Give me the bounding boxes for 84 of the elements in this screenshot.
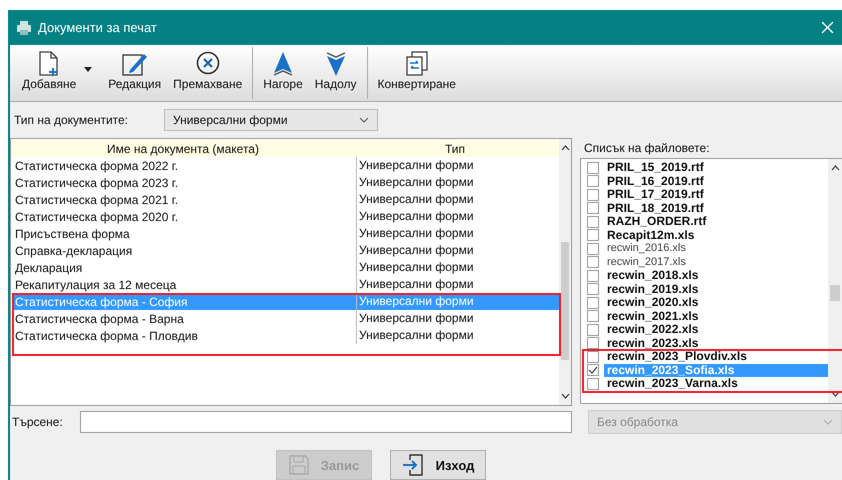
toolbar-button[interactable]: Премахване bbox=[167, 45, 248, 101]
checkbox[interactable] bbox=[587, 256, 599, 268]
file-name[interactable]: PRIL_15_2019.rtf bbox=[604, 161, 707, 174]
document-type: Универсални форми bbox=[356, 327, 559, 344]
document-name: Рекапитулация за 12 месеца bbox=[14, 278, 178, 292]
printer-icon bbox=[16, 20, 32, 36]
checkbox[interactable] bbox=[587, 350, 599, 363]
toolbar-button[interactable]: Конвертиране bbox=[372, 45, 462, 101]
file-name[interactable]: recwin_2022.xls bbox=[604, 323, 702, 336]
document-type: Универсални форми bbox=[356, 310, 559, 327]
document-name: Декларация bbox=[14, 260, 84, 274]
checkbox[interactable] bbox=[587, 296, 599, 309]
checkbox[interactable] bbox=[587, 229, 599, 242]
file-name[interactable]: recwin_2018.xls bbox=[604, 269, 702, 282]
checkbox[interactable] bbox=[587, 378, 599, 390]
scrollbar[interactable] bbox=[828, 159, 842, 403]
document-name: Статистическа форма 2022 г. bbox=[14, 158, 180, 172]
checkbox[interactable] bbox=[587, 364, 599, 376]
document-name: Статистическа форма - Варна bbox=[14, 312, 185, 326]
convert-icon bbox=[404, 51, 429, 77]
document-name: Статистическа форма 2021 г. bbox=[14, 192, 180, 206]
checkbox[interactable] bbox=[587, 283, 599, 296]
column-header[interactable]: Име на документа (макета) bbox=[11, 142, 355, 156]
file-name[interactable]: recwin_2021.xls bbox=[604, 310, 702, 323]
document-name: Статистическа форма 2020 г. bbox=[14, 210, 180, 224]
document-type-label: Тип на документите: bbox=[14, 113, 130, 127]
checkbox[interactable] bbox=[587, 324, 599, 336]
checkbox[interactable] bbox=[587, 162, 599, 174]
scroll-thumb[interactable] bbox=[830, 285, 840, 301]
document-name: Статистическа форма 2023 г. bbox=[14, 176, 180, 190]
remove-icon bbox=[196, 51, 220, 75]
caret-icon[interactable] bbox=[84, 66, 92, 72]
file-name[interactable]: recwin_2023_Varna.xls bbox=[604, 377, 741, 390]
file-name[interactable]: recwin_2023_Plovdiv.xls bbox=[604, 350, 750, 364]
up-arrow-icon bbox=[273, 51, 293, 77]
file-name[interactable]: PRIL_16_2019.rtf bbox=[604, 174, 707, 188]
checkbox[interactable] bbox=[587, 175, 599, 188]
file-name[interactable]: recwin_2019.xls bbox=[604, 282, 702, 296]
table-row[interactable]: Статистическа форма - Пловдив Универсални форми bbox=[12, 327, 559, 344]
chevron-down-icon bbox=[359, 117, 369, 123]
document-name: Статистическа форма - Пловдив bbox=[14, 328, 199, 342]
toolbar-button[interactable]: Надолу bbox=[308, 45, 363, 101]
file-name[interactable]: recwin_2020.xls bbox=[604, 296, 702, 310]
toolbar-button[interactable]: Редакция bbox=[102, 45, 168, 101]
document-name: Статистическа форма - София bbox=[14, 294, 189, 308]
toolbar-button[interactable]: Нагоре bbox=[257, 45, 309, 101]
pencil-icon bbox=[122, 51, 148, 77]
document-name: Присъствена форма bbox=[14, 226, 131, 240]
scroll-up-icon[interactable] bbox=[830, 165, 840, 171]
document-type-dropdown[interactable]: Универсални форми bbox=[164, 109, 378, 131]
checkbox[interactable] bbox=[587, 202, 599, 214]
search-label: Търсене: bbox=[12, 415, 64, 429]
scrollbar[interactable] bbox=[559, 139, 571, 405]
file-name[interactable]: recwin_2017.xls bbox=[604, 256, 689, 269]
close-icon[interactable] bbox=[821, 21, 834, 34]
checkbox[interactable] bbox=[587, 337, 599, 350]
file-name[interactable]: RAZH_ORDER.rtf bbox=[604, 215, 710, 228]
scroll-down-icon[interactable] bbox=[830, 391, 840, 397]
checkbox[interactable] bbox=[587, 310, 599, 322]
file-name[interactable]: recwin_2016.xls bbox=[604, 242, 689, 256]
files-label: Списък на файловете: bbox=[583, 140, 711, 156]
scroll-up-icon[interactable] bbox=[560, 145, 570, 151]
window-title: Документи за печат bbox=[38, 20, 158, 35]
checkbox[interactable] bbox=[587, 188, 599, 201]
down-arrow-icon bbox=[326, 51, 346, 77]
search-field[interactable] bbox=[80, 411, 572, 433]
table-row[interactable]: Статистическа форма - Варна Универсални форми bbox=[12, 310, 559, 327]
document-name: Справка-декларация bbox=[14, 244, 134, 258]
chevron-down-icon bbox=[823, 419, 833, 425]
exit-icon bbox=[402, 454, 424, 476]
file-name[interactable]: recwin_2023.xls bbox=[604, 336, 702, 350]
file-name[interactable]: PRIL_17_2019.rtf bbox=[604, 188, 707, 202]
new-page-icon bbox=[38, 51, 60, 77]
checkbox[interactable] bbox=[587, 216, 599, 228]
document-type: Универсални форми bbox=[356, 293, 559, 310]
checkbox[interactable] bbox=[587, 242, 599, 255]
column-header[interactable]: Тип bbox=[355, 142, 555, 156]
toolbar-button[interactable]: Добавяне bbox=[16, 45, 82, 101]
file-name[interactable]: PRIL_18_2019.rtf bbox=[604, 202, 707, 215]
checkbox[interactable] bbox=[587, 270, 599, 282]
scroll-down-icon[interactable] bbox=[560, 393, 570, 399]
scroll-thumb[interactable] bbox=[561, 242, 569, 360]
exit-button[interactable]: Изход bbox=[390, 450, 486, 480]
file-name[interactable]: Recapit12m.xls bbox=[604, 228, 698, 242]
